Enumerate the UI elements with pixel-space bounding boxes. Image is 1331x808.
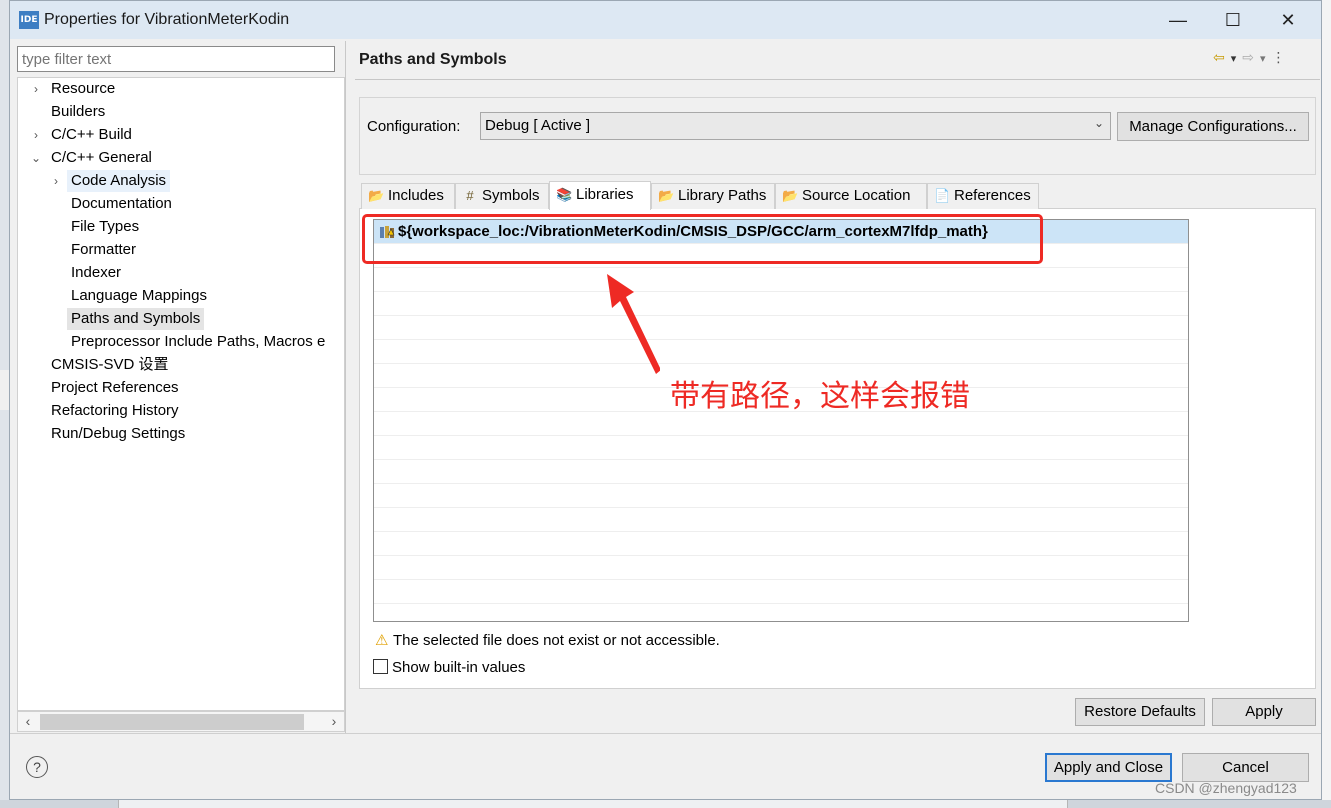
tree-item[interactable]: C/C++ General	[47, 147, 156, 169]
list-item[interactable]	[374, 556, 1188, 580]
scroll-thumb[interactable]	[40, 714, 304, 730]
chevron-right-icon[interactable]: ›	[30, 78, 42, 100]
cancel-button[interactable]: Cancel	[1182, 753, 1309, 782]
list-item[interactable]	[374, 340, 1188, 364]
list-item[interactable]	[374, 604, 1188, 621]
chevron-down-icon[interactable]: ⌄	[30, 147, 42, 169]
annotation-highlight-box	[362, 214, 1043, 264]
configuration-value: Debug [ Active ]	[485, 117, 591, 134]
tab-label: Libraries	[576, 186, 634, 203]
tree-item[interactable]: Run/Debug Settings	[47, 423, 189, 445]
tab-references[interactable]: 📄 References	[927, 183, 1039, 209]
tab-label: Source Location	[802, 187, 911, 204]
tab-icon: 📂	[782, 188, 799, 203]
back-menu-icon[interactable]: ▾	[1231, 53, 1237, 65]
tree-item[interactable]: Preprocessor Include Paths, Macros e	[67, 331, 329, 353]
back-arrow-icon[interactable]: ⇦	[1213, 49, 1225, 65]
chevron-down-icon: ⌄	[1093, 116, 1104, 130]
tree-item[interactable]: Resource	[47, 78, 119, 100]
list-item[interactable]	[374, 412, 1188, 436]
warning-text: The selected file does not exist or not …	[393, 632, 720, 649]
restore-defaults-button[interactable]: Restore Defaults	[1075, 698, 1205, 726]
configuration-label: Configuration:	[367, 118, 461, 135]
list-item[interactable]	[374, 316, 1188, 340]
warning-message: ⚠ The selected file does not exist or not…	[375, 631, 720, 649]
tree-horizontal-scrollbar[interactable]: ‹ ›	[17, 711, 345, 732]
tree-item[interactable]: Code Analysis	[67, 170, 171, 192]
show-builtin-label: Show built-in values	[392, 659, 526, 676]
tab-icon: 📂	[658, 188, 675, 203]
checkbox-box[interactable]	[373, 659, 388, 674]
list-item[interactable]	[374, 460, 1188, 484]
annotation-arrow	[607, 274, 660, 374]
tree-item[interactable]: Project References	[47, 377, 183, 399]
manage-configurations-button[interactable]: Manage Configurations...	[1117, 112, 1309, 141]
filter-input[interactable]	[17, 46, 335, 72]
tree-item[interactable]: C/C++ Build	[47, 124, 136, 146]
tree-item[interactable]: Paths and Symbols	[67, 308, 205, 330]
apply-and-close-button[interactable]: Apply and Close	[1045, 753, 1172, 782]
properties-dialog: IDE Properties for VibrationMeterKodin —…	[9, 0, 1322, 800]
tab-icon: 📂	[368, 188, 385, 203]
title-separator	[355, 79, 1320, 80]
more-options-icon[interactable]: ⋮	[1272, 49, 1286, 65]
tree-item[interactable]: Refactoring History	[47, 400, 183, 422]
property-tree: › Resource Builders › C/C++ Build ⌄ C/C++ Gene…	[17, 77, 345, 711]
close-button[interactable]: ✕	[1261, 1, 1315, 39]
tab-icon: 📄	[934, 188, 951, 203]
scroll-left-icon[interactable]: ‹	[18, 712, 38, 731]
tree-item[interactable]: Language Mappings	[67, 285, 211, 307]
annotation-text: 带有路径，这样会报错	[670, 379, 970, 414]
chevron-right-icon[interactable]: ›	[30, 124, 42, 146]
watermark: CSDN @zhengyad123	[1155, 780, 1297, 796]
list-item[interactable]	[374, 532, 1188, 556]
tree-item[interactable]: CMSIS-SVD 设置	[47, 354, 173, 376]
tree-item[interactable]: Builders	[47, 101, 109, 123]
scroll-right-icon[interactable]: ›	[324, 712, 344, 731]
libraries-list[interactable]: ${workspace_loc:/VibrationMeterKodin/CMS…	[373, 219, 1189, 622]
minimize-button[interactable]: —	[1151, 1, 1205, 39]
tab-label: Includes	[388, 187, 444, 204]
tab-label: References	[954, 187, 1031, 204]
title-bar: IDE Properties for VibrationMeterKodin —…	[10, 1, 1321, 39]
pane-splitter[interactable]	[345, 41, 346, 733]
page-navigation: ⇦ ▾ ⇨ ▾ ⋮	[1213, 49, 1292, 66]
tree-item[interactable]: Formatter	[67, 239, 140, 261]
chevron-right-icon[interactable]: ›	[50, 170, 62, 192]
tab-symbols[interactable]: # Symbols	[455, 183, 549, 209]
tab-libraries[interactable]: 📚 Libraries	[549, 181, 651, 210]
tree-item[interactable]: File Types	[67, 216, 143, 238]
tree-item[interactable]: Indexer	[67, 262, 125, 284]
tab-icon: #	[466, 188, 474, 203]
tab-label: Symbols	[482, 187, 540, 204]
forward-menu-icon[interactable]: ▾	[1260, 53, 1266, 65]
page-title: Paths and Symbols	[359, 51, 507, 68]
background-statusbar	[0, 800, 1331, 808]
list-item[interactable]	[374, 508, 1188, 532]
list-item[interactable]	[374, 436, 1188, 460]
list-item[interactable]	[374, 292, 1188, 316]
tab-source-location[interactable]: 📂 Source Location	[775, 183, 927, 209]
warning-icon: ⚠	[375, 632, 389, 649]
forward-arrow-icon[interactable]: ⇨	[1242, 49, 1254, 65]
configuration-select[interactable]: Debug [ Active ] ⌄	[480, 112, 1111, 140]
tab-includes[interactable]: 📂 Includes	[361, 183, 455, 209]
maximize-button[interactable]: ☐	[1206, 1, 1260, 39]
apply-button[interactable]: Apply	[1212, 698, 1316, 726]
help-icon[interactable]: ?	[26, 756, 48, 778]
button-bar-separator	[10, 733, 1321, 734]
tree-item[interactable]: Documentation	[67, 193, 176, 215]
show-builtin-checkbox[interactable]: Show built-in values	[373, 659, 525, 676]
list-item[interactable]	[374, 580, 1188, 604]
tab-library-paths[interactable]: 📂 Library Paths	[651, 183, 775, 209]
tab-label: Library Paths	[678, 187, 767, 204]
list-item[interactable]	[374, 484, 1188, 508]
list-item[interactable]	[374, 268, 1188, 292]
app-icon: IDE	[19, 11, 39, 29]
tab-icon: 📚	[556, 187, 573, 202]
window-title: Properties for VibrationMeterKodin	[44, 11, 290, 28]
